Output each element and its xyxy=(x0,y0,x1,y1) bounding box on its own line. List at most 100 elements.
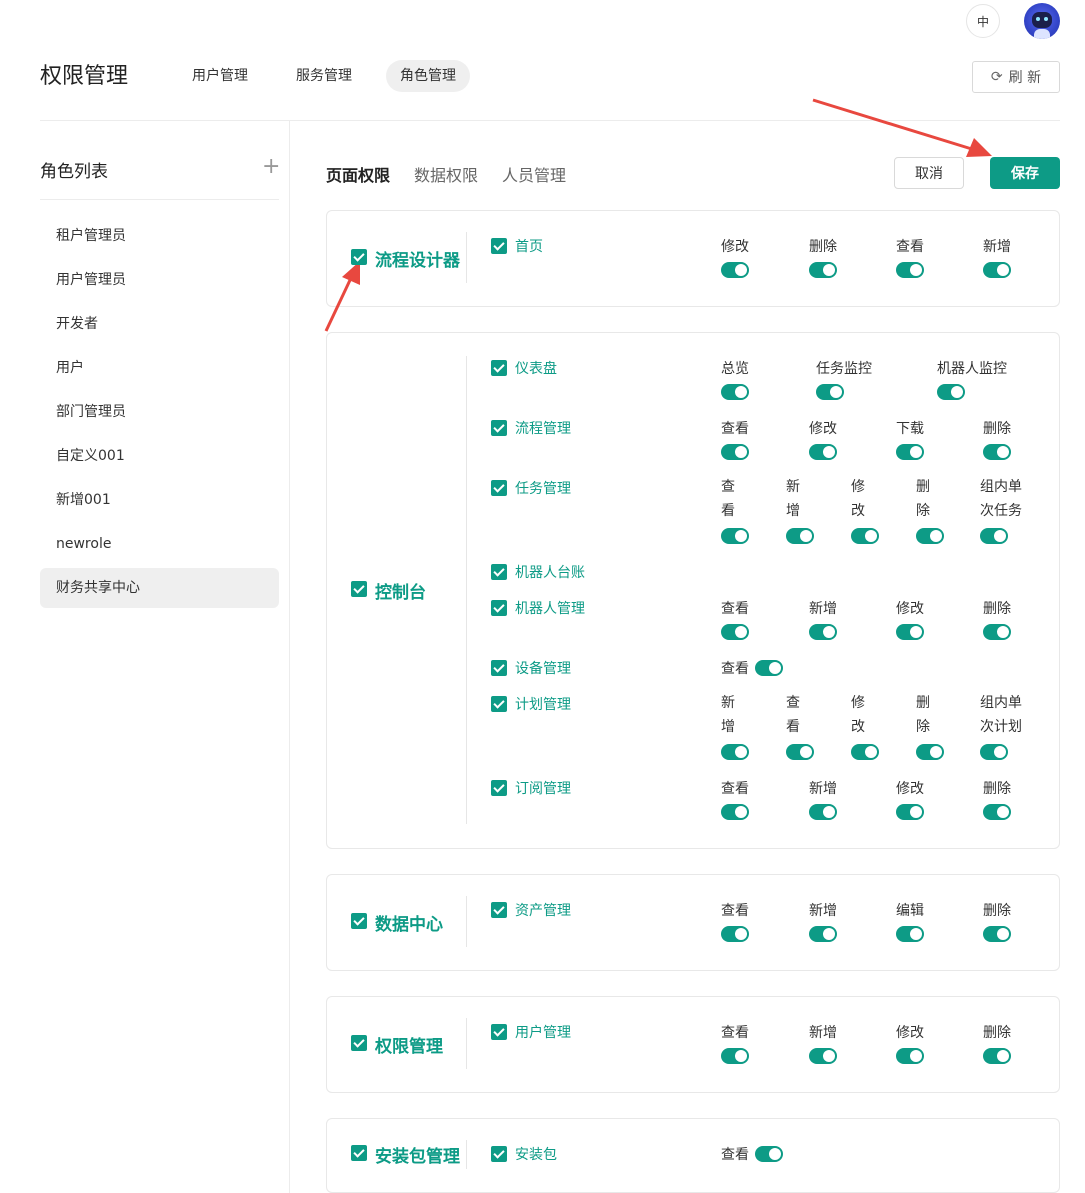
page-checkbox[interactable] xyxy=(491,696,507,712)
page-label: 仪表盘 xyxy=(515,361,557,377)
permission-toggle[interactable] xyxy=(809,926,837,942)
permission-toggle[interactable] xyxy=(851,744,879,760)
permission-toggle[interactable] xyxy=(721,528,749,544)
permission-toggle[interactable] xyxy=(983,262,1011,278)
permission-toggle[interactable] xyxy=(809,262,837,278)
plus-icon[interactable]: + xyxy=(262,156,280,178)
group-checkbox[interactable] xyxy=(351,1035,367,1051)
permission-toggle[interactable] xyxy=(896,1048,924,1064)
permission-toggle[interactable] xyxy=(851,528,879,544)
page-checkbox[interactable] xyxy=(491,660,507,676)
role-item[interactable]: 开发者 xyxy=(40,304,279,344)
save-button[interactable]: 保存 xyxy=(990,157,1060,189)
permission-toggle[interactable] xyxy=(983,444,1011,460)
permission-toggle[interactable] xyxy=(937,384,965,400)
permission-toggle[interactable] xyxy=(983,926,1011,942)
permission-toggle[interactable] xyxy=(809,1048,837,1064)
tab-role-management[interactable]: 角色管理 xyxy=(386,60,470,92)
permission-label: 组内单次任务 xyxy=(980,479,1022,519)
role-item[interactable]: 自定义001 xyxy=(40,436,279,476)
page-checkbox[interactable] xyxy=(491,360,507,376)
permission-label: 修改 xyxy=(809,421,837,437)
permission-toggle[interactable] xyxy=(786,744,814,760)
sidebar-divider xyxy=(289,121,290,1193)
group-checkbox[interactable] xyxy=(351,249,367,265)
group-checkbox[interactable] xyxy=(351,913,367,929)
page-label: 机器人管理 xyxy=(515,601,585,617)
permission-toggle[interactable] xyxy=(896,926,924,942)
permission-toggle[interactable] xyxy=(809,804,837,820)
page-checkbox[interactable] xyxy=(491,420,507,436)
page-checkbox[interactable] xyxy=(491,564,507,580)
group-checkbox[interactable] xyxy=(351,581,367,597)
permission-toggle[interactable] xyxy=(755,1146,783,1162)
group-divider xyxy=(466,1018,467,1069)
permission-toggle[interactable] xyxy=(983,624,1011,640)
role-item[interactable]: 用户 xyxy=(40,348,279,388)
permission-label: 总览 xyxy=(721,361,749,377)
permission-toggle[interactable] xyxy=(816,384,844,400)
permission-label: 机器人监控 xyxy=(937,361,1007,377)
permission-label: 删除 xyxy=(809,239,837,255)
cancel-button[interactable]: 取消 xyxy=(894,157,964,189)
group-divider xyxy=(466,356,467,824)
group-label: 流程设计器 xyxy=(375,251,460,271)
role-item[interactable]: 财务共享中心 xyxy=(40,568,279,608)
group-label: 数据中心 xyxy=(375,915,443,935)
permission-toggle[interactable] xyxy=(809,624,837,640)
tab-data-permission[interactable]: 数据权限 xyxy=(414,162,478,186)
permission-label: 查看 xyxy=(786,695,800,735)
permission-toggle[interactable] xyxy=(721,262,749,278)
group-checkbox[interactable] xyxy=(351,1145,367,1161)
permission-label: 删除 xyxy=(983,421,1011,437)
tab-page-permission[interactable]: 页面权限 xyxy=(326,162,390,186)
page-checkbox[interactable] xyxy=(491,480,507,496)
permission-toggle[interactable] xyxy=(980,744,1008,760)
refresh-label: 刷 新 xyxy=(1008,70,1042,86)
permission-toggle[interactable] xyxy=(980,528,1008,544)
role-item[interactable]: 用户管理员 xyxy=(40,260,279,300)
tab-member-management[interactable]: 人员管理 xyxy=(502,162,566,186)
permission-toggle[interactable] xyxy=(721,804,749,820)
permission-toggle[interactable] xyxy=(721,444,749,460)
permission-group-card xyxy=(326,332,1060,849)
permission-label: 查看 xyxy=(721,479,735,519)
permission-toggle[interactable] xyxy=(721,384,749,400)
page-checkbox[interactable] xyxy=(491,780,507,796)
permission-toggle[interactable] xyxy=(896,262,924,278)
permission-toggle[interactable] xyxy=(721,744,749,760)
refresh-button[interactable]: ⟳ 刷 新 xyxy=(972,61,1060,93)
permission-toggle[interactable] xyxy=(896,444,924,460)
page-checkbox[interactable] xyxy=(491,1024,507,1040)
avatar[interactable] xyxy=(1024,3,1060,39)
permission-toggle[interactable] xyxy=(983,1048,1011,1064)
tab-service-management[interactable]: 服务管理 xyxy=(282,60,366,92)
page-checkbox[interactable] xyxy=(491,902,507,918)
permission-toggle[interactable] xyxy=(755,660,783,676)
page-label: 任务管理 xyxy=(515,481,571,497)
robot-face-icon xyxy=(1032,12,1052,28)
page-checkbox[interactable] xyxy=(491,1146,507,1162)
permission-label: 删除 xyxy=(983,601,1011,617)
permission-label: 新增 xyxy=(809,1025,837,1041)
role-item[interactable]: newrole xyxy=(40,524,279,564)
permission-toggle[interactable] xyxy=(896,624,924,640)
permission-toggle[interactable] xyxy=(721,624,749,640)
permission-toggle[interactable] xyxy=(786,528,814,544)
page-checkbox[interactable] xyxy=(491,238,507,254)
tab-user-management[interactable]: 用户管理 xyxy=(178,60,262,92)
permission-label: 删除 xyxy=(916,695,930,735)
role-item[interactable]: 租户管理员 xyxy=(40,216,279,256)
permission-toggle[interactable] xyxy=(721,1048,749,1064)
permission-toggle[interactable] xyxy=(721,926,749,942)
role-item[interactable]: 新增001 xyxy=(40,480,279,520)
permission-toggle[interactable] xyxy=(809,444,837,460)
permission-toggle[interactable] xyxy=(983,804,1011,820)
permission-label: 新增 xyxy=(786,479,800,519)
page-checkbox[interactable] xyxy=(491,600,507,616)
permission-toggle[interactable] xyxy=(896,804,924,820)
language-switch-button[interactable]: 中 xyxy=(966,4,1000,38)
permission-toggle[interactable] xyxy=(916,528,944,544)
role-item[interactable]: 部门管理员 xyxy=(40,392,279,432)
permission-toggle[interactable] xyxy=(916,744,944,760)
